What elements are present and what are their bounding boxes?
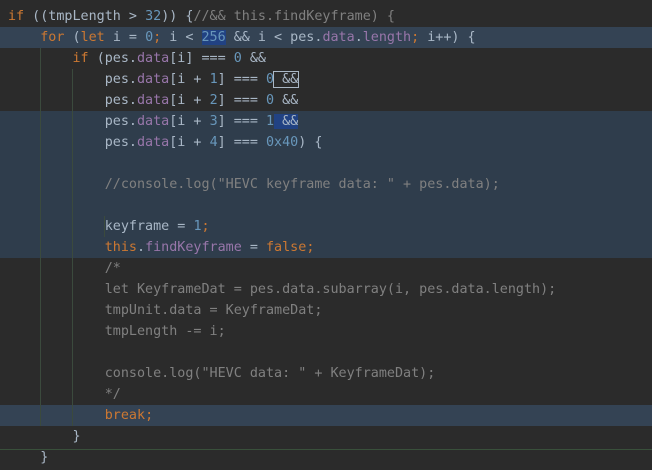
code-token: && i < pes. [225,30,323,45]
code-line[interactable]: */ [0,384,652,405]
code-token: 0 [233,51,242,66]
code-token: for [8,30,73,45]
code-token: ; [145,408,154,423]
code-line[interactable]: //console.log("HEVC keyframe data: " + p… [0,174,652,195]
code-token: data [137,51,170,66]
code-token: break [104,408,146,423]
code-token: data [137,72,170,87]
code-line[interactable]: let KeyframeDat = pes.data.subarray(i, p… [0,279,652,300]
code-token: ) { [298,135,323,150]
code-token: findKeyframe [145,240,242,255]
code-line[interactable]: console.log("HEVC data: " + KeyframeDat)… [0,363,652,384]
code-line[interactable]: keyframe = 1; [0,216,652,237]
indent-guide [104,216,105,237]
code-token: } [8,429,81,444]
code-token: 3 [209,114,218,129]
code-line[interactable] [0,195,652,216]
code-token: )) { [161,9,194,24]
code-token: [i + [169,114,210,129]
code-token: ((tmpLength > [24,9,146,24]
code-line[interactable]: tmpLength -= i; [0,321,652,342]
code-token: [i + [169,72,210,87]
code-token: 32 [145,9,162,24]
code-token: //&& this.findKeyframe) { [193,9,395,24]
code-token: this [104,240,137,255]
code-token: data [137,135,170,150]
code-token: ; [411,30,428,45]
code-token: 1 [193,219,202,234]
code-token: if [8,9,25,24]
code-token: let [80,30,113,45]
code-line[interactable]: if ((tmpLength > 32)) {//&& this.findKey… [0,6,652,27]
code-line[interactable]: } [0,447,652,468]
code-token: 0 [145,30,154,45]
code-token: ; [306,240,315,255]
code-line[interactable]: pes.data[i + 4] === 0x40) { [0,132,652,153]
code-line[interactable]: pes.data[i + 1] === 0 && [0,69,652,90]
code-token: ; [153,30,170,45]
code-token: 1 [209,72,218,87]
code-token: && [241,51,266,66]
code-line[interactable]: pes.data[i + 3] === 1 && [0,111,652,132]
code-token: i = [112,30,146,45]
code-token: length [362,30,412,45]
code-token: 1 [266,114,275,129]
code-token: if [8,51,97,66]
code-token: /* [8,261,121,276]
code-token: false [266,240,307,255]
code-token: ] === [217,93,266,108]
code-token: data [137,93,170,108]
method-separator [0,449,652,450]
code-token: data [322,30,355,45]
code-token: [i + [169,93,210,108]
code-token: ( [72,30,81,45]
code-token: ] === [217,114,266,129]
code-token: (pes. [96,51,137,66]
code-token: [i + [169,135,210,150]
indent-guide [40,48,41,426]
code-token: 0 [266,72,275,87]
code-token: [i] === [169,51,234,66]
code-line[interactable]: tmpUnit.data = KeyframeDat; [0,300,652,321]
code-token: i++) { [427,30,476,45]
code-token: = [241,240,266,255]
code-token: 256 [201,30,226,45]
code-line[interactable]: } [0,426,652,447]
code-token: } [8,450,49,465]
code-token: && [274,114,299,129]
code-token: ] === [217,135,266,150]
code-line[interactable]: for (let i = 0; i < 256 && i < pes.data.… [0,27,652,48]
code-line[interactable]: /* [0,258,652,279]
code-token: //console.log("HEVC keyframe data: " + p… [8,177,500,192]
code-line[interactable]: break; [0,405,652,426]
code-token: 4 [209,135,218,150]
code-token: . [354,30,363,45]
code-token: i < [169,30,202,45]
code-token: */ [8,387,121,402]
code-token: 0 [266,93,275,108]
indent-guide [72,69,73,426]
code-token: data [137,114,170,129]
code-line[interactable] [0,342,652,363]
code-token: ] === [217,72,266,87]
code-token: keyframe = [8,219,194,234]
code-line[interactable] [0,153,652,174]
code-token: tmpUnit.data = KeyframeDat; [8,303,323,318]
code-token: 2 [209,93,218,108]
code-line[interactable]: if (pes.data[i] === 0 && [0,48,652,69]
code-token: . [137,240,146,255]
code-line[interactable]: this.findKeyframe = false; [0,237,652,258]
code-token: let KeyframeDat = pes.data.subarray(i, p… [8,282,557,297]
code-token: && [273,71,300,88]
code-editor[interactable]: if ((tmpLength > 32)) {//&& this.findKey… [0,0,652,470]
code-token: 0x40 [266,135,299,150]
code-line[interactable]: pes.data[i + 2] === 0 && [0,90,652,111]
code-token: && [274,93,299,108]
code-token: ; [201,219,210,234]
